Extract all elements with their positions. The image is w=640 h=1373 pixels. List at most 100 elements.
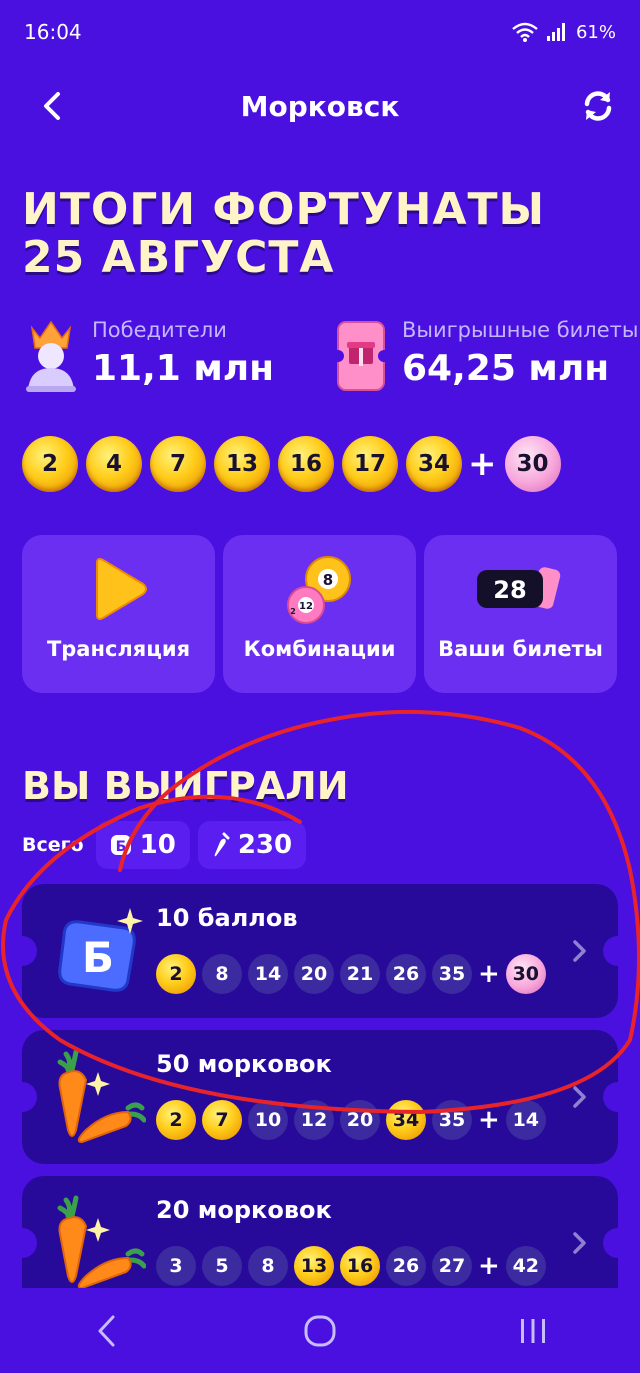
ticket-ball: 27 [432, 1246, 472, 1286]
ticket-ball: 35 [432, 954, 472, 994]
tile-broadcast-label: Трансляция [46, 637, 191, 661]
ticket-prize: 10 баллов [156, 904, 298, 932]
carrots-icon [57, 1049, 146, 1144]
tile-combinations[interactable]: 8 12 2 Комбинации [223, 535, 416, 693]
combo-ball-a: 8 [322, 571, 332, 589]
action-tiles: Трансляция 8 12 2 Комбинации 28 Ваши бил… [22, 535, 617, 693]
page-title: ИТОГИ ФОРТУНАТЫ 25 АВГУСТА [22, 186, 622, 282]
tile-my-tickets-label: Ваши билеты [438, 637, 603, 661]
ticket-ball: 20 [294, 954, 334, 994]
combo-ball-b: 12 [299, 601, 313, 612]
app-header: Морковск [0, 76, 640, 136]
drawn-ball: 2 [22, 436, 78, 492]
play-icon [95, 558, 147, 620]
combo-ball-b2: 2 [290, 607, 296, 616]
drawn-ball: 4 [86, 436, 142, 492]
ticket-ball: 34 [386, 1100, 426, 1140]
plus-sign: + [468, 444, 497, 484]
ticket-ball: 16 [340, 1246, 380, 1286]
plus-sign: + [478, 959, 500, 989]
chevron-right-icon [573, 940, 586, 962]
page-title-line1: ИТОГИ ФОРТУНАТЫ [22, 184, 546, 235]
points-total-chip: Б 10 [95, 821, 190, 869]
ticket-ball: 2 [156, 954, 196, 994]
refresh-button[interactable] [578, 86, 618, 126]
nav-back-button[interactable] [77, 1301, 137, 1361]
ticket-ball: 3 [156, 1246, 196, 1286]
nav-home-icon [304, 1315, 336, 1346]
tickets-icon: 28 [476, 567, 560, 609]
ticket-bonus-ball: 30 [505, 954, 546, 994]
ticket-ball: 8 [248, 1246, 288, 1286]
status-bar: 16:04 61% [0, 0, 640, 64]
status-time: 16:04 [24, 20, 82, 44]
stat-winners: Победители 11,1 млн [22, 318, 274, 394]
ticket-numbers: 2 8 14 20 21 26 35 + 30 [156, 954, 552, 994]
nav-recents-icon [521, 1318, 546, 1343]
signal-icon [546, 23, 565, 41]
drawn-ball: 16 [278, 436, 334, 492]
chevron-left-icon [44, 92, 60, 120]
carrots-total-chip: 230 [197, 821, 307, 869]
drawn-numbers: 2 4 7 13 16 17 34 + 30 [22, 436, 569, 492]
ticket-ball: 35 [432, 1100, 472, 1140]
wifi-icon [512, 22, 538, 42]
stat-winners-value: 11,1 млн [92, 348, 275, 389]
ticket-ball: 14 [248, 954, 288, 994]
drawn-ball: 7 [150, 436, 206, 492]
system-nav-bar [0, 1288, 640, 1373]
ticket-ball: 7 [202, 1100, 242, 1140]
stat-winners-label: Победители [92, 318, 227, 342]
stat-tickets-label: Выигрышные билеты [402, 318, 639, 342]
carrot-icon [214, 832, 230, 857]
points-total: 10 [139, 830, 176, 860]
chevron-right-icon [573, 1232, 586, 1254]
gift-ticket-icon [332, 321, 390, 391]
plus-sign: + [478, 1105, 500, 1135]
winning-ticket[interactable]: 50 морковок 2 7 10 12 20 34 35 + 14 [22, 1030, 618, 1164]
page-title-line2: 25 АВГУСТА [22, 232, 335, 283]
back-button[interactable] [32, 86, 72, 126]
carrots-total: 230 [237, 830, 293, 860]
tile-broadcast[interactable]: Трансляция [22, 535, 215, 693]
nav-back-icon [98, 1315, 115, 1346]
ticket-ball: 8 [202, 954, 242, 994]
drawn-ball: 34 [406, 436, 462, 492]
points-badge-glyph: Б [82, 933, 114, 982]
ticket-ball: 13 [294, 1246, 334, 1286]
winner-crown-icon [26, 320, 76, 392]
stat-tickets-value: 64,25 млн [402, 348, 610, 389]
ticket-ball: 2 [156, 1100, 196, 1140]
bonus-ball: 30 [504, 436, 561, 492]
ticket-numbers: 3 5 8 13 16 26 27 + 42 [156, 1246, 552, 1286]
winnings-title: ВЫ ВЫИГРАЛИ [22, 764, 349, 808]
ticket-ball: 20 [340, 1100, 380, 1140]
battery-level: 61% [575, 21, 616, 43]
tile-combinations-label: Комбинации [243, 637, 396, 661]
points-icon: Б [110, 835, 131, 855]
ticket-prize: 50 морковок [156, 1050, 332, 1078]
ticket-ball: 10 [248, 1100, 288, 1140]
ticket-prize: 20 морковок [156, 1196, 332, 1224]
ticket-numbers: 2 7 10 12 20 34 35 + 14 [156, 1100, 552, 1140]
ticket-ball: 5 [202, 1246, 242, 1286]
chevron-right-icon [573, 1086, 586, 1108]
ticket-bonus-ball: 14 [505, 1100, 546, 1140]
winnings-totals: Всего Б 10 230 [22, 821, 307, 869]
tickets-badge: 28 [493, 576, 526, 604]
draw-stats: Победители 11,1 млн Выигрышные билеты 64… [22, 318, 640, 408]
ticket-ball: 26 [386, 1246, 426, 1286]
nav-home-button[interactable] [290, 1301, 350, 1361]
carrots-icon [57, 1195, 146, 1290]
points-badge-icon: Б [58, 908, 143, 992]
winning-ticket[interactable]: Б 10 баллов 2 8 14 20 21 26 35 + 30 [22, 884, 618, 1018]
plus-sign: + [478, 1251, 500, 1281]
nav-recents-button[interactable] [503, 1301, 563, 1361]
ticket-ball: 26 [386, 954, 426, 994]
drawn-ball: 17 [342, 436, 398, 492]
tile-my-tickets[interactable]: 28 Ваши билеты [424, 535, 617, 693]
status-indicators: 61% [512, 22, 616, 43]
refresh-icon [584, 91, 612, 121]
points-icon-glyph: Б [115, 839, 126, 855]
ticket-ball: 21 [340, 954, 380, 994]
